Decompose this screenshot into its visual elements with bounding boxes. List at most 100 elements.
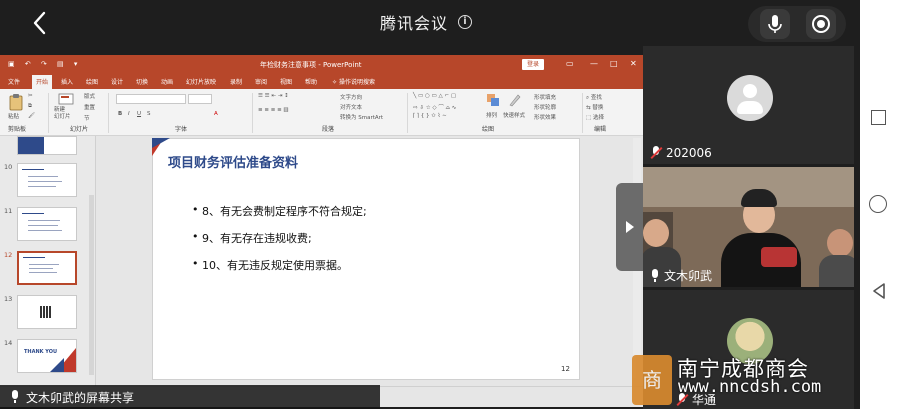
underline-icon[interactable]: U — [137, 111, 141, 117]
slide-thumbnail-12-selected[interactable] — [17, 251, 77, 285]
info-icon[interactable]: i — [458, 15, 473, 29]
tell-me-search[interactable]: ✧ 操作说明搜索 — [332, 77, 375, 86]
slide-number: 11 — [4, 207, 13, 215]
slide-number: 12 — [4, 251, 13, 259]
maximize-icon[interactable]: □ — [610, 59, 618, 68]
new-slide-label: 新建 幻灯片 — [54, 107, 71, 120]
slide-thumbnail-13[interactable] — [17, 295, 77, 329]
quick-access-toolbar[interactable]: ▣ ↶ ↷ ▤ ▾ — [8, 60, 81, 68]
ribbon-separator — [582, 93, 583, 133]
editing-group-label: 编辑 — [594, 126, 607, 133]
ribbon-separator — [108, 93, 109, 133]
record-icon — [812, 15, 830, 33]
slide-thumbnail-14[interactable]: THANK YOU — [17, 339, 77, 373]
record-button[interactable] — [806, 9, 836, 39]
microphone-icon — [768, 15, 782, 33]
back-arrow-icon[interactable] — [30, 10, 50, 36]
meeting-title: 腾讯会议 — [380, 14, 449, 33]
ribbon-home: 粘贴 ✂ ⧉ 🖌 剪贴板 新建 幻灯片 版式 重置 节 幻灯片 B I U S — [0, 89, 643, 136]
font-color-icon[interactable]: A — [214, 111, 218, 117]
cut-icon[interactable]: ✂ — [28, 93, 33, 99]
replace-button[interactable]: ⇆ 替换 — [586, 103, 603, 111]
paste-icon[interactable] — [8, 93, 24, 111]
slide-thumbnail-11[interactable] — [17, 207, 77, 241]
italic-icon[interactable]: I — [128, 111, 130, 117]
tab-file[interactable]: 文件 — [8, 77, 20, 86]
lightbulb-icon: ✧ — [332, 79, 338, 86]
shapes-gallery-row2[interactable]: ⇨ ⇩ ☆ ◇ ⌒ ⌓ ∿ — [413, 103, 456, 112]
text-direction-button[interactable]: 文字方向 — [340, 93, 362, 101]
tab-insert[interactable]: 插入 — [61, 77, 73, 86]
section-button[interactable]: 节 — [84, 114, 90, 122]
participant-name-row: 202006 — [650, 146, 712, 160]
thumbnail-scrollbar[interactable] — [89, 195, 94, 375]
align-icons[interactable]: ≡ ≡ ≡ ≡ ▥ — [258, 107, 289, 113]
format-painter-icon[interactable]: 🖌 — [28, 113, 35, 119]
login-button[interactable]: 登录 — [522, 59, 544, 70]
bold-icon[interactable]: B — [118, 111, 122, 117]
shape-effects-button[interactable]: 形状效果 — [534, 113, 556, 121]
drawing-group-label: 绘图 — [482, 126, 495, 133]
tab-home[interactable]: 开始 — [32, 75, 53, 89]
tab-help[interactable]: 帮助 — [305, 77, 317, 86]
shapes-gallery-row3[interactable]: ⌈ ⌉ { } ✩ ⌇ ∼ — [413, 113, 447, 119]
reset-button[interactable]: 重置 — [84, 103, 95, 111]
mic-on-icon — [10, 390, 20, 404]
slide-bullet-1: 8、有无会费制定程序不符合规定; — [192, 203, 367, 219]
font-size-box[interactable] — [188, 94, 212, 104]
slide-page-number: 12 — [561, 365, 570, 373]
thank-you-text: THANK YOU — [24, 349, 58, 355]
tab-review[interactable]: 审阅 — [255, 77, 267, 86]
bullets-icon[interactable]: ☰ ☰ ⇤ ⇥ ↕ — [258, 93, 289, 99]
home-icon[interactable] — [869, 195, 887, 213]
tab-transitions[interactable]: 切换 — [136, 77, 148, 86]
slide-thumbnail-10[interactable] — [17, 163, 77, 197]
nav-back-icon[interactable] — [872, 282, 886, 300]
shape-outline-button[interactable]: 形状轮廓 — [534, 103, 556, 111]
mic-on-icon — [650, 268, 660, 283]
slide-corner-blue — [152, 138, 170, 148]
arrange-icon[interactable] — [486, 93, 500, 107]
new-slide-icon[interactable] — [58, 93, 74, 107]
align-text-button[interactable]: 对齐文本 — [340, 103, 362, 111]
tab-draw[interactable]: 绘图 — [86, 77, 98, 86]
slide-heading: 项目财务评估准备资料 — [168, 156, 299, 171]
slide-bullet-2: 9、有无存在违规收费; — [192, 230, 312, 246]
smartart-button[interactable]: 转换为 SmartArt — [340, 113, 383, 121]
slide-thumbnail[interactable] — [17, 136, 77, 155]
quick-styles-label: 快速样式 — [503, 113, 526, 119]
quick-styles-icon[interactable] — [508, 93, 522, 107]
minimize-icon[interactable]: — — [590, 59, 598, 68]
recent-apps-icon[interactable] — [871, 110, 886, 125]
tab-record[interactable]: 录制 — [230, 77, 242, 86]
screen-share-label: 文木卯武的屏幕共享 — [0, 385, 380, 409]
tab-animations[interactable]: 动画 — [161, 77, 173, 86]
slide-number: 13 — [4, 295, 13, 303]
slide-bullet-3: 10、有无违反规定使用票据。 — [192, 257, 348, 273]
participant-name: 202006 — [666, 146, 712, 160]
font-name-box[interactable] — [116, 94, 186, 104]
tab-view[interactable]: 视图 — [280, 77, 292, 86]
font-group-label: 字体 — [175, 126, 188, 133]
tab-slideshow[interactable]: 幻灯片放映 — [186, 77, 216, 86]
close-icon[interactable]: ✕ — [630, 59, 637, 68]
copy-icon[interactable]: ⧉ — [28, 103, 32, 110]
shadow-icon[interactable]: S — [147, 111, 151, 117]
chevron-right-icon — [626, 221, 634, 233]
find-button[interactable]: ⌕ 查找 — [586, 93, 602, 102]
shapes-gallery[interactable]: ╲ ▭ ○ ▭ △ ⌐ ▢ — [413, 93, 456, 99]
layout-button[interactable]: 版式 — [84, 92, 95, 100]
tab-design[interactable]: 设计 — [111, 77, 123, 86]
select-button[interactable]: ⬚ 选择 — [586, 113, 604, 121]
default-avatar — [727, 75, 773, 121]
qr-code-icon — [40, 306, 52, 318]
mic-muted-icon — [650, 146, 663, 160]
clipboard-group-label: 剪贴板 — [8, 126, 27, 133]
ribbon-separator — [48, 93, 49, 133]
shape-fill-button[interactable]: 形状填充 — [534, 93, 556, 101]
microphone-button[interactable] — [760, 9, 790, 39]
slide-number: 10 — [4, 163, 13, 171]
meeting-title-group: 腾讯会议 i — [380, 11, 473, 33]
ribbon-display-icon[interactable]: ▭ — [566, 59, 574, 68]
ppt-title-bar: ▣ ↶ ↷ ▤ ▾ 年检财务注意事项 - PowerPoint 登录 ▭ — □… — [0, 55, 643, 74]
